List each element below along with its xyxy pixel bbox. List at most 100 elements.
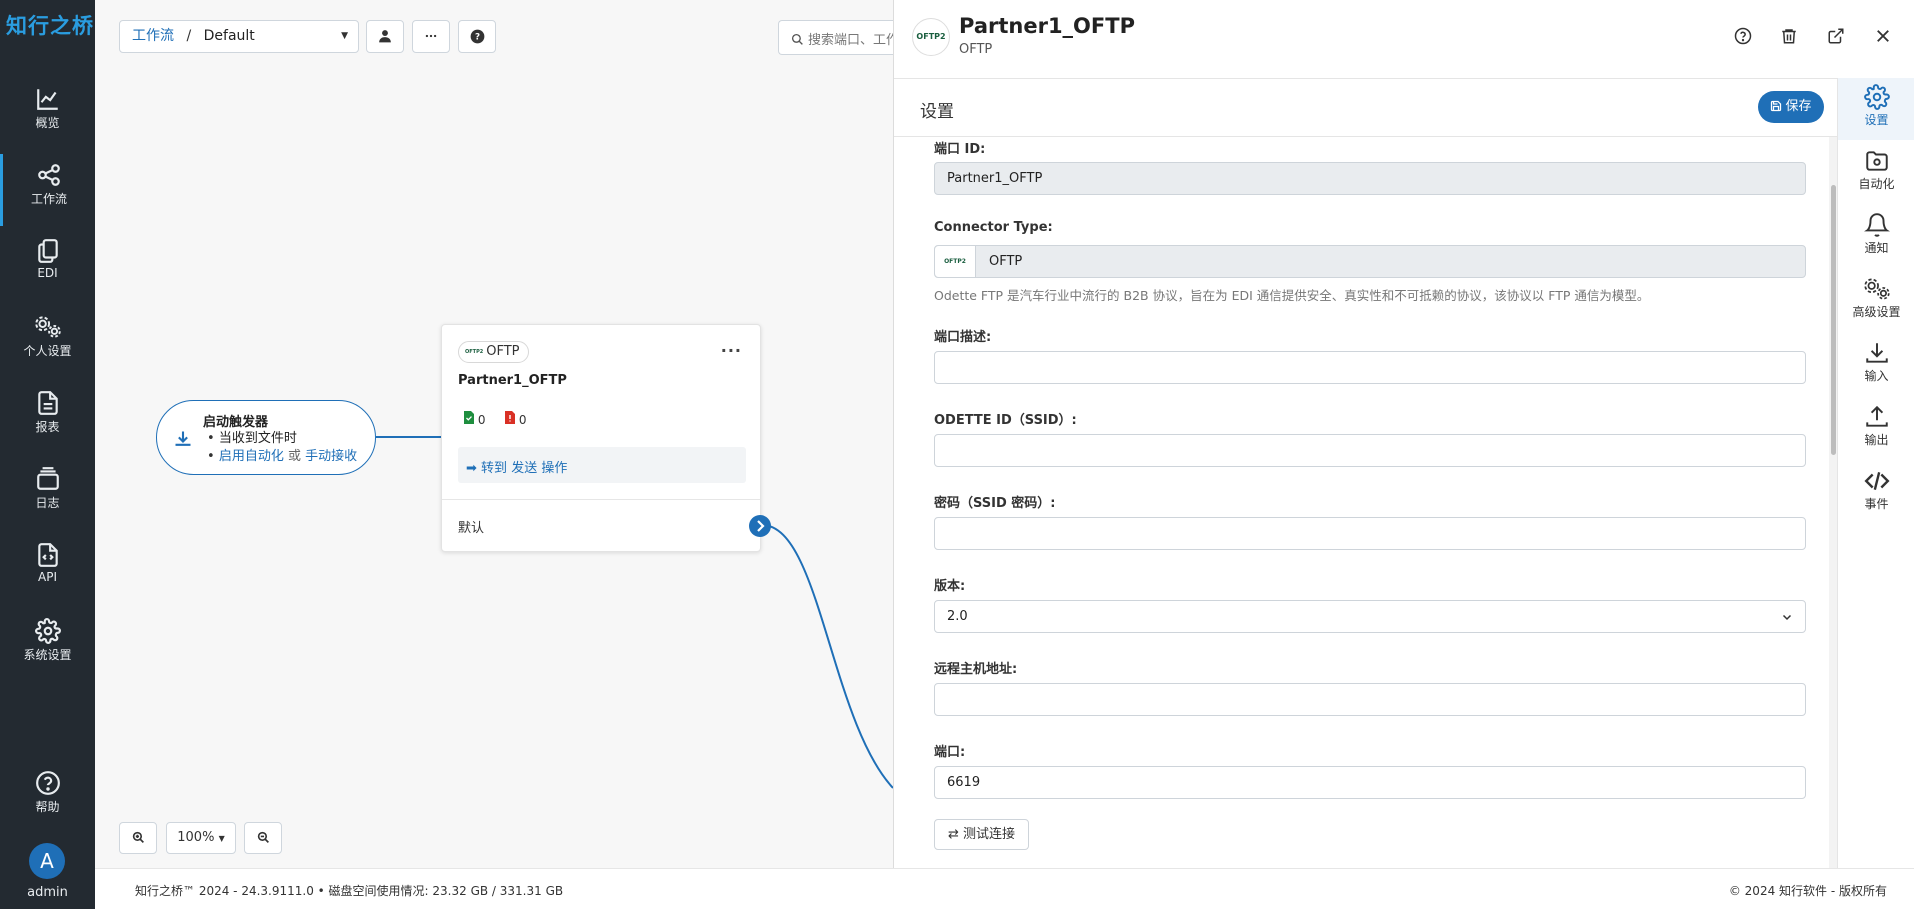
svg-text:?: ? [474, 33, 479, 43]
error-count: 0 [518, 413, 527, 427]
goto-send-link[interactable]: 发送 [511, 461, 537, 476]
password-field[interactable] [934, 517, 1806, 550]
success-count: 0 [477, 413, 486, 427]
save-button[interactable]: 保存 [1758, 91, 1824, 123]
port-field[interactable]: 6619 [934, 766, 1806, 799]
enable-automation-link[interactable]: 启用自动化 [219, 449, 284, 464]
tab-label: 事件 [1864, 497, 1889, 511]
caret-down-icon: ▼ [341, 31, 348, 41]
external-link-icon[interactable] [1827, 27, 1845, 45]
zoom-level-select[interactable]: 100% ▼ [166, 822, 236, 854]
more-button[interactable] [412, 20, 450, 53]
connector-line [761, 524, 894, 789]
code-icon [1863, 472, 1890, 490]
user-button[interactable] [366, 20, 404, 53]
success-badge[interactable]: 0 [464, 411, 485, 431]
port-settings-panel: OFTP2 Partner1_OFTP OFTP 设置 保存 端口 ID: Pa… [893, 0, 1914, 868]
chevron-down-icon [1782, 614, 1792, 621]
chip-label: OFTP [486, 344, 520, 359]
save-icon [1771, 100, 1782, 112]
port-id-label: 端口 ID: [934, 142, 986, 157]
footer-copyright: © 2024 知行软件 - 版权所有 [1728, 884, 1887, 898]
ssid-field[interactable] [934, 434, 1806, 467]
tab-automation[interactable]: 自动化 [1838, 142, 1914, 204]
download-icon [1865, 343, 1888, 363]
description-textarea[interactable] [934, 351, 1806, 384]
trash-icon[interactable] [1780, 27, 1798, 45]
panel-subtitle: OFTP [959, 42, 993, 57]
version-value: 2.0 [947, 609, 968, 624]
settings-form: 端口 ID: Partner1_OFTP Connector Type: OFT… [894, 137, 1837, 868]
start-trigger-node[interactable]: 启动触发器 当收到文件时 启用自动化 或 手动接收 [156, 400, 376, 475]
close-icon[interactable] [1874, 27, 1892, 45]
connector-type-value: OFTP [989, 254, 1023, 269]
footer: 知行之桥™ 2024 - 24.3.9111.0 • 磁盘空间使用情况: 23.… [95, 868, 1914, 909]
tab-advanced[interactable]: 高级设置 [1838, 270, 1914, 332]
upload-icon [1865, 405, 1888, 427]
tab-output[interactable]: 输出 [1838, 398, 1914, 460]
zoom-out-icon [257, 831, 269, 843]
tab-label: 输入 [1864, 369, 1889, 383]
divider [894, 78, 1914, 79]
test-connection-label: 测试连接 [963, 827, 1016, 842]
host-field[interactable] [934, 683, 1806, 716]
help-circle-icon[interactable] [1734, 27, 1752, 45]
oftp-logo-icon: OFTP2 [935, 246, 976, 277]
connector-type-field[interactable]: OFTP2 OFTP [934, 245, 1806, 278]
search-input[interactable]: 搜索端口、工作流... [778, 20, 895, 55]
node-menu-button[interactable]: ··· [721, 341, 742, 360]
question-circle-icon: ? [470, 29, 484, 44]
error-badge[interactable]: 0 [505, 411, 526, 431]
oftp-logo-icon: OFTP2 [912, 18, 950, 56]
default-output-label: 默认 [458, 521, 485, 536]
port-id-field[interactable]: Partner1_OFTP [934, 162, 1806, 195]
tab-settings[interactable]: 设置 [1838, 78, 1914, 140]
test-connection-button[interactable]: ⇄ 测试连接 [934, 819, 1029, 850]
download-icon [175, 431, 191, 446]
tab-label: 设置 [1864, 113, 1889, 127]
connector-type-chip: OFTP2 OFTP [458, 341, 529, 363]
trigger-list: 当收到文件时 启用自动化 或 手动接收 [207, 430, 357, 466]
host-label: 远程主机地址: [934, 662, 1018, 677]
arrow-right-icon: ➡ [466, 461, 477, 476]
footer-version: 知行之桥™ 2024 - 24.3.9111.0 • 磁盘空间使用情况: 23.… [135, 884, 564, 898]
tab-label: 高级设置 [1852, 305, 1901, 319]
goto-send-ops[interactable]: ➡ 转到 发送 操作 [458, 447, 746, 483]
workspace-name: Default [203, 28, 255, 44]
tab-label: 输出 [1864, 433, 1889, 447]
file-check-icon [464, 411, 474, 424]
chevron-right-icon [757, 520, 765, 532]
swap-arrows-icon: ⇄ [947, 827, 959, 842]
tab-input[interactable]: 输入 [1838, 334, 1914, 396]
panel-title: Partner1_OFTP [959, 14, 1135, 38]
trigger-item: 启用自动化 或 手动接收 [207, 448, 357, 466]
gears-icon [1863, 278, 1890, 300]
search-icon [791, 33, 803, 45]
trigger-item-text: 当收到文件时 [218, 431, 297, 446]
connector-type-label: Connector Type: [934, 220, 1053, 235]
gear-icon [1863, 84, 1890, 110]
divider [442, 499, 760, 500]
breadcrumb[interactable]: 工作流 / Default ▼ [119, 20, 359, 53]
manual-receive-link[interactable]: 手动接收 [305, 449, 357, 464]
node-title: Partner1_OFTP [458, 373, 567, 388]
oftp-logo-icon: OFTP2 [465, 349, 484, 355]
goto-ops-link[interactable]: 操作 [541, 461, 567, 476]
caret-down-icon: ▼ [218, 834, 225, 843]
version-label: 版本: [934, 579, 966, 594]
description-label: 端口描述: [934, 330, 992, 345]
tab-events[interactable]: 事件 [1838, 462, 1914, 524]
connector-help-text: Odette FTP 是汽车行业中流行的 B2B 协议，旨在为 EDI 通信提供… [934, 288, 1650, 303]
zoom-out-button[interactable] [244, 822, 282, 854]
version-select[interactable]: 2.0 [934, 600, 1806, 633]
zoom-in-button[interactable] [119, 822, 157, 854]
save-label: 保存 [1785, 99, 1812, 114]
output-port-handle[interactable] [749, 515, 771, 537]
connector-node[interactable]: OFTP2 OFTP ··· Partner1_OFTP 0 0 ➡ 转到 发送 … [441, 324, 771, 552]
help-button[interactable]: ? [458, 20, 496, 53]
breadcrumb-link[interactable]: 工作流 [132, 28, 174, 44]
port-label: 端口: [934, 745, 966, 760]
scrollbar-thumb[interactable] [1831, 185, 1836, 455]
tab-notifications[interactable]: 通知 [1838, 206, 1914, 268]
user-icon [379, 30, 391, 43]
